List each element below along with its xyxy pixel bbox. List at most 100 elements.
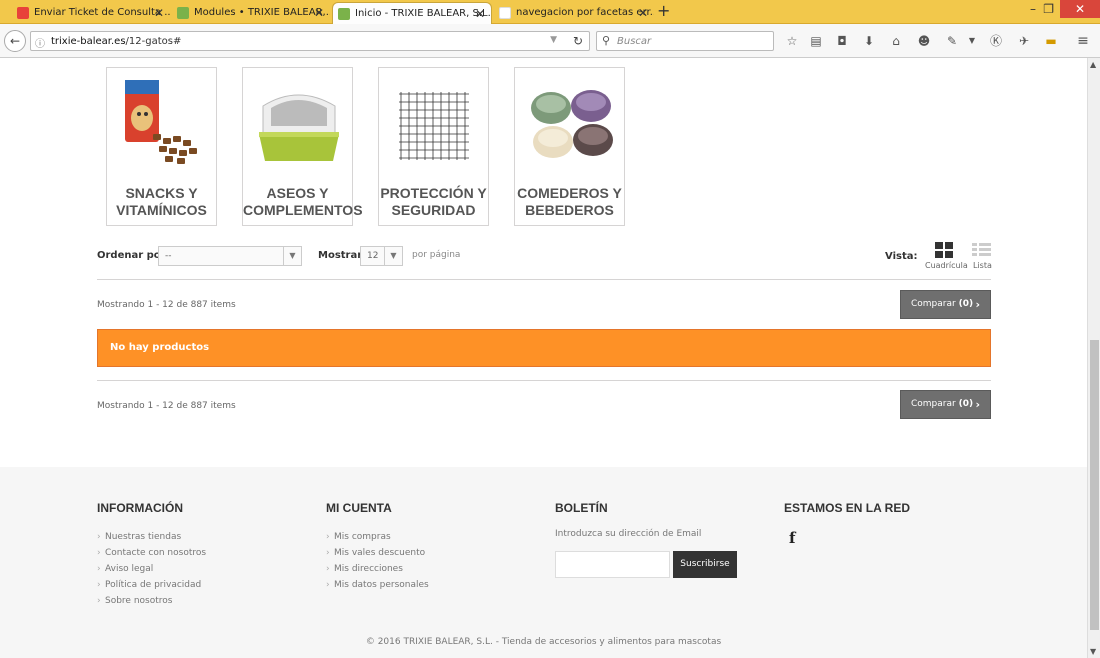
close-tab-icon[interactable]: ✕ <box>154 2 164 24</box>
browser-tab-active[interactable]: Inicio - TRIXIE BALEAR, S.L... ✕ <box>332 2 492 24</box>
download-icon[interactable]: ⬇ <box>861 33 877 49</box>
order-by-select[interactable]: -- ▼ <box>158 246 302 266</box>
divider <box>97 380 991 381</box>
copyright: © 2016 TRIXIE BALEAR, S.L. - Tienda de a… <box>365 637 722 647</box>
grid-view-label[interactable]: Cuadrícula <box>925 261 968 270</box>
footer-link[interactable]: Política de privacidad <box>97 577 206 593</box>
footer-link[interactable]: Mis datos personales <box>326 577 429 593</box>
subscribe-button[interactable]: Suscribirse <box>673 551 737 578</box>
scroll-down-icon[interactable]: ▼ <box>1090 647 1096 656</box>
chat-icon[interactable]: ☻ <box>916 33 932 49</box>
footer-info-title: INFORMACIÓN <box>97 501 183 515</box>
grid-view-icon[interactable] <box>935 242 953 259</box>
subcategory-label[interactable]: ASEOS Y COMPLEMENTOS <box>243 185 363 219</box>
browser-tab[interactable]: Enviar Ticket de Consulta ... ✕ <box>12 2 170 24</box>
compare-button[interactable]: Comparar (0) › <box>900 390 991 419</box>
subcategory-label[interactable]: PROTECCIÓN Y SEGURIDAD <box>379 185 488 219</box>
footer-link[interactable]: Sobre nosotros <box>97 593 206 609</box>
footer-link[interactable]: Mis compras <box>326 529 429 545</box>
footer-link[interactable]: Mis vales descuento <box>326 545 429 561</box>
scrollbar[interactable]: ▲ ▼ <box>1087 58 1100 658</box>
google-favicon-icon <box>499 7 511 19</box>
compare-label: Comparar <box>911 399 956 409</box>
order-by-label: Ordenar por <box>97 250 166 261</box>
view-label: Vista: <box>885 251 918 262</box>
browser-tab-bar: Enviar Ticket de Consulta ... ✕ Modules … <box>0 0 1100 24</box>
product-count: Mostrando 1 - 12 de 887 items <box>97 401 236 411</box>
tab-favicon-icon <box>177 7 189 19</box>
footer-link[interactable]: Nuestras tiendas <box>97 529 206 545</box>
close-tab-icon[interactable]: ✕ <box>638 2 648 24</box>
scrollbar-thumb[interactable] <box>1090 340 1099 630</box>
footer-link[interactable]: Mis direcciones <box>326 561 429 577</box>
show-count-select[interactable]: 12 ▼ <box>360 246 403 266</box>
newsletter-email-input[interactable] <box>555 551 670 578</box>
subcategory-label[interactable]: COMEDEROS Y BEBEDEROS <box>515 185 624 219</box>
home-icon[interactable]: ⌂ <box>888 33 904 49</box>
list-view-icon[interactable] <box>972 242 991 258</box>
address-bar[interactable]: ⓘ trixie-balear.es/12-gatos# ▼ ↻ <box>30 31 590 51</box>
feeding-bowls-image <box>531 90 613 158</box>
browser-tab[interactable]: navegacion por facetas err... ✕ <box>494 2 654 24</box>
menu-hamburger-icon[interactable]: ≡ <box>1075 33 1091 49</box>
no-products-alert: No hay productos <box>97 329 991 367</box>
per-page-label: por página <box>412 250 461 260</box>
new-tab-button[interactable]: + <box>657 1 670 20</box>
compare-count: (0) <box>958 299 974 309</box>
tab-favicon-icon <box>338 8 350 20</box>
subcategory-proteccion[interactable]: PROTECCIÓN Y SEGURIDAD <box>378 67 489 226</box>
subcategory-snacks[interactable]: SNACKS Y VITAMÍNICOS <box>106 67 217 226</box>
footer-newsletter-column: BOLETÍN Introduzca su dirección de Email… <box>555 501 755 591</box>
tab-favicon-icon <box>17 7 29 19</box>
scroll-up-icon[interactable]: ▲ <box>1090 60 1096 69</box>
search-bar[interactable]: ⚲ Buscar <box>596 31 774 51</box>
reload-icon[interactable]: ↻ <box>573 34 583 48</box>
close-tab-icon[interactable]: ✕ <box>475 3 485 24</box>
product-count: Mostrando 1 - 12 de 887 items <box>97 300 236 310</box>
restore-icon[interactable]: ❐ <box>1043 0 1054 18</box>
facebook-icon[interactable]: f <box>789 529 910 547</box>
browser-tab[interactable]: Modules • TRIXIE BALEAR,... ✕ <box>172 2 330 24</box>
show-count-value: 12 <box>367 251 379 261</box>
newsletter-text: Introduzca su dirección de Email <box>555 529 702 539</box>
footer-newsletter-title: BOLETÍN <box>555 501 608 515</box>
chevron-right-icon: › <box>975 298 980 311</box>
reading-list-icon[interactable]: ▤ <box>808 33 824 49</box>
compare-button[interactable]: Comparar (0) › <box>900 290 991 319</box>
site-info-icon[interactable]: ⓘ <box>35 35 45 50</box>
footer-link[interactable]: Aviso legal <box>97 561 206 577</box>
chevron-right-icon: › <box>975 398 980 411</box>
subcategory-label[interactable]: SNACKS Y VITAMÍNICOS <box>107 185 216 219</box>
extension-dropdown-icon[interactable]: ▼ <box>964 33 980 49</box>
url-text: trixie-balear.es/12-gatos# <box>51 36 182 47</box>
sync-icon[interactable]: ▬ <box>1043 33 1059 49</box>
sort-bar: Ordenar por -- ▼ Mostrar 12 ▼ por página… <box>97 242 992 280</box>
subcategory-aseos[interactable]: ASEOS Y COMPLEMENTOS <box>242 67 363 226</box>
extension-icon[interactable]: ✎ <box>944 33 960 49</box>
subcategory-comederos[interactable]: COMEDEROS Y BEBEDEROS <box>514 67 625 226</box>
bookmark-star-icon[interactable]: ☆ <box>784 33 800 49</box>
footer-link[interactable]: Contacte con nosotros <box>97 545 206 561</box>
footer-social-column: ESTAMOS EN LA RED f <box>784 501 910 547</box>
tab-label: Modules • TRIXIE BALEAR,... <box>194 7 330 18</box>
compare-count: (0) <box>958 399 974 409</box>
compare-label: Comparar <box>911 299 956 309</box>
k-extension-icon[interactable]: Ⓚ <box>988 33 1004 49</box>
chevron-down-icon: ▼ <box>384 247 402 265</box>
footer-info-column: INFORMACIÓN Nuestras tiendas Contacte co… <box>97 501 206 609</box>
tool-icon[interactable]: ✈ <box>1016 33 1032 49</box>
pocket-icon[interactable]: ◘ <box>834 33 850 49</box>
url-dropdown-icon[interactable]: ▼ <box>550 35 557 45</box>
snack-bag-image <box>125 80 197 164</box>
tab-label: Inicio - TRIXIE BALEAR, S.L... <box>355 8 492 19</box>
list-view-label[interactable]: Lista <box>973 261 992 270</box>
tab-label: navegacion por facetas err... <box>516 7 654 18</box>
minimize-icon[interactable]: – <box>1030 0 1036 18</box>
footer-social-title: ESTAMOS EN LA RED <box>784 501 911 515</box>
litter-box-image <box>259 94 339 161</box>
footer-account-column: MI CUENTA Mis compras Mis vales descuent… <box>326 501 429 593</box>
footer-account-title: MI CUENTA <box>326 501 392 515</box>
back-button[interactable]: ← <box>4 30 26 52</box>
window-close-button[interactable]: ✕ <box>1060 0 1100 18</box>
close-tab-icon[interactable]: ✕ <box>314 2 324 24</box>
